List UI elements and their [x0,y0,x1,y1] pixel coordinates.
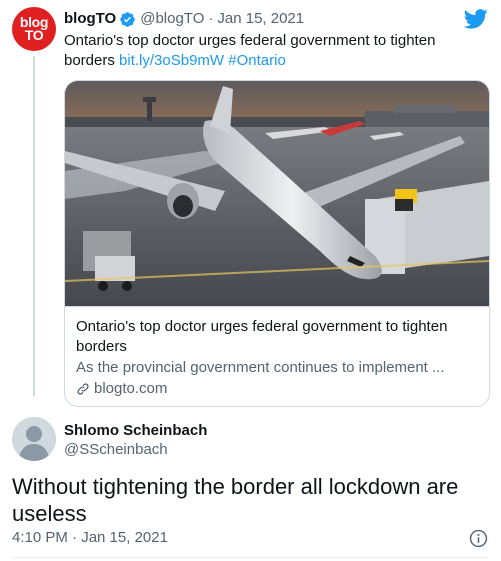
avatar-logo-text-line2: TO [24,27,44,43]
card-title[interactable]: Ontario's top doctor urges federal gover… [76,317,479,357]
info-icon[interactable] [469,529,488,548]
card-domain-text: blogto.com [94,380,168,397]
thread-line [33,56,35,396]
quoted-tweet-text: Ontario's top doctor urges federal gover… [64,31,484,71]
blogto-avatar[interactable]: blog TO [12,7,56,51]
card-body[interactable]: Ontario's top doctor urges federal gover… [65,306,489,399]
quoted-tweet-date[interactable]: Jan 15, 2021 [217,9,304,29]
author-name[interactable]: Shlomo Scheinbach [64,421,207,441]
twitter-bird-icon[interactable] [464,9,488,29]
hashtag-link[interactable]: #Ontario [228,52,286,69]
quoted-author-name[interactable]: blogTO [64,9,116,29]
default-avatar-icon [12,417,56,461]
card-domain[interactable]: blogto.com [76,379,479,399]
quoted-tweet-header: blogTO @blogTO · Jan 15, 2021 [64,9,304,29]
author-handle[interactable]: @SScheinbach [64,440,168,460]
quoted-author-handle[interactable]: @blogTO [140,9,204,29]
airplane-at-gate-photo [65,81,489,306]
tweet-text: Without tightening the border all lockdo… [12,474,459,526]
divider [12,557,488,558]
verified-badge-icon [119,11,136,28]
card-description: As the provincial government continues t… [76,359,445,376]
tweet-timestamp[interactable]: 4:10 PM · Jan 15, 2021 [12,528,168,548]
header-separator: · [208,10,214,27]
avatar[interactable] [12,417,56,461]
link-preview-card[interactable]: Ontario's top doctor urges federal gover… [64,80,490,407]
short-link[interactable]: bit.ly/3oSb9mW [119,52,224,69]
link-icon [77,383,89,395]
